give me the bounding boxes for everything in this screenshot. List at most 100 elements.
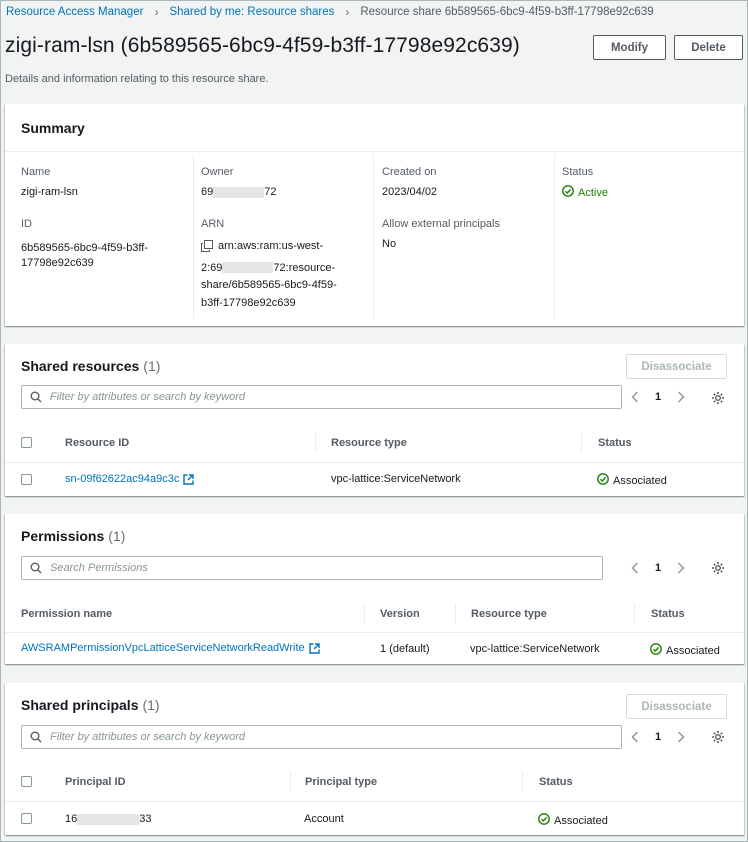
permissions-panel: Permissions(1) 1 Permission name Version…: [5, 514, 744, 664]
arn-line: share/6b589565-6bc9-4f59-: [201, 279, 337, 291]
column-divider: [455, 604, 456, 624]
column-header[interactable]: Principal type: [305, 776, 377, 788]
chevron-right-icon[interactable]: [675, 731, 687, 743]
column-divider: [522, 772, 523, 792]
external-value: No: [382, 238, 397, 250]
page-number[interactable]: 1: [655, 731, 661, 743]
column-header[interactable]: Resource type: [471, 608, 547, 620]
disassociate-resources-button[interactable]: Disassociate: [626, 354, 727, 379]
row-checkbox[interactable]: [21, 813, 32, 824]
resource-type-cell: vpc-lattice:ServiceNetwork: [470, 643, 600, 655]
permissions-search: [21, 556, 603, 580]
status-text: Associated: [554, 814, 608, 827]
summary-title: Summary: [21, 120, 85, 136]
chevron-left-icon[interactable]: [629, 731, 641, 743]
permissions-search-input[interactable]: [50, 562, 602, 574]
permissions-table-header: Permission name Version Resource type St…: [5, 596, 744, 633]
delete-button[interactable]: Delete: [674, 35, 743, 60]
redaction: [77, 813, 140, 825]
resources-search-input[interactable]: [50, 391, 621, 403]
column-header[interactable]: Status: [539, 776, 573, 788]
status-label: Status: [562, 166, 594, 178]
name-label: Name: [21, 166, 51, 178]
page-number[interactable]: 1: [655, 562, 661, 574]
permissions-pagination: 1: [629, 556, 687, 580]
column-header[interactable]: Version: [380, 608, 420, 620]
owner-value: 69 72: [201, 185, 277, 200]
chevron-right-icon[interactable]: [675, 562, 687, 574]
resources-search: [21, 385, 622, 409]
column-divider: [373, 154, 374, 319]
permissions-title: Permissions (1): [21, 528, 125, 544]
row-checkbox[interactable]: [21, 474, 32, 485]
select-all-checkbox[interactable]: [21, 776, 32, 787]
column-header[interactable]: Permission name: [21, 608, 112, 620]
owner-field: Owner 69 72: [201, 165, 277, 200]
resource-id-text: sn-09f62622ac94a9c3c: [65, 473, 180, 485]
summary-panel: Summary Name zigi-ram-lsn ID 6b589565-6b…: [5, 104, 744, 326]
external-field: Allow external principals No: [382, 217, 500, 252]
breadcrumb-resource-access-manager[interactable]: Resource Access Manager: [6, 6, 143, 18]
column-divider: [364, 604, 365, 624]
version-cell: 1 (default): [380, 643, 430, 655]
column-header[interactable]: Principal ID: [65, 776, 126, 788]
column-header[interactable]: Resource type: [331, 437, 407, 449]
gear-icon[interactable]: [711, 391, 725, 405]
shared-resources-title: Shared resources (1): [21, 358, 160, 374]
select-all-checkbox[interactable]: [21, 437, 32, 448]
breadcrumb-current: Resource share 6b589565-6bc9-4f59-b3ff-1…: [360, 6, 654, 18]
id-value-line: 17798e92c639: [21, 257, 94, 269]
id-label: ID: [21, 218, 32, 230]
external-link-icon: [308, 642, 320, 654]
resources-table-header: Resource ID Resource type Status: [5, 424, 744, 463]
status-badge: Active: [562, 185, 608, 202]
page-number[interactable]: 1: [655, 391, 661, 403]
search-icon: [30, 391, 42, 403]
chevron-right-icon[interactable]: [675, 391, 687, 403]
status-field: Status Active: [562, 165, 608, 202]
disassociate-principals-button[interactable]: Disassociate: [626, 694, 727, 719]
page-title: zigi-ram-lsn (6b589565-6bc9-4f59-b3ff-17…: [5, 34, 520, 57]
arn-line: 72:resource-: [273, 261, 336, 274]
column-header[interactable]: Status: [598, 437, 632, 449]
arn-field: ARN arn:aws:ram:us-west- 2:69 72:resource…: [201, 217, 337, 312]
resource-type-cell: vpc-lattice:ServiceNetwork: [331, 473, 461, 485]
shared-principals-panel: Shared principals(1) Disassociate 1 Prin…: [5, 683, 744, 835]
principals-search-input[interactable]: [50, 731, 621, 743]
chevron-right-icon: ›: [154, 5, 159, 19]
chevron-left-icon[interactable]: [629, 391, 641, 403]
gear-icon[interactable]: [711, 561, 725, 575]
column-header[interactable]: Resource ID: [65, 437, 129, 449]
created-field: Created on 2023/04/02: [382, 165, 437, 200]
name-field: Name zigi-ram-lsn: [21, 165, 78, 200]
status-text: Associated: [666, 644, 720, 657]
gear-icon[interactable]: [711, 730, 725, 744]
resource-id-link[interactable]: sn-09f62622ac94a9c3c: [65, 473, 195, 485]
id-value: 6b589565-6bc9-4f59-b3ff- 17798e92c639: [21, 241, 148, 271]
copy-icon[interactable]: [201, 240, 213, 253]
id-value-line: 6b589565-6bc9-4f59-b3ff-: [21, 242, 149, 254]
check-circle-icon: [562, 185, 574, 202]
created-value: 2023/04/02: [382, 186, 438, 198]
permissions-title-text: Permissions: [21, 528, 105, 544]
breadcrumb: Resource Access Manager › Shared by me: …: [6, 4, 654, 20]
chevron-left-icon[interactable]: [629, 562, 641, 574]
column-divider: [193, 154, 194, 319]
principal-id-cell: 16 33: [65, 813, 152, 825]
modify-button[interactable]: Modify: [593, 35, 666, 60]
permission-name-link[interactable]: AWSRAMPermissionVpcLatticeServiceNetwork…: [21, 642, 320, 654]
status-badge: Associated: [597, 473, 667, 488]
breadcrumb-resource-shares[interactable]: Shared by me: Resource shares: [169, 6, 334, 18]
check-circle-icon: [597, 473, 609, 488]
search-icon: [30, 731, 42, 743]
column-header[interactable]: Status: [651, 608, 685, 620]
shared-resources-title-text: Shared resources: [21, 358, 140, 374]
shared-resources-count: (1): [143, 358, 161, 374]
status-text: Associated: [613, 474, 667, 487]
column-divider: [290, 772, 291, 792]
principal-type-cell: Account: [304, 813, 344, 825]
arn-value: arn:aws:ram:us-west- 2:69 72:resource- sh…: [201, 238, 337, 312]
check-circle-icon: [650, 643, 662, 658]
redaction: [222, 262, 274, 274]
principal-id-suffix: 33: [139, 813, 152, 825]
